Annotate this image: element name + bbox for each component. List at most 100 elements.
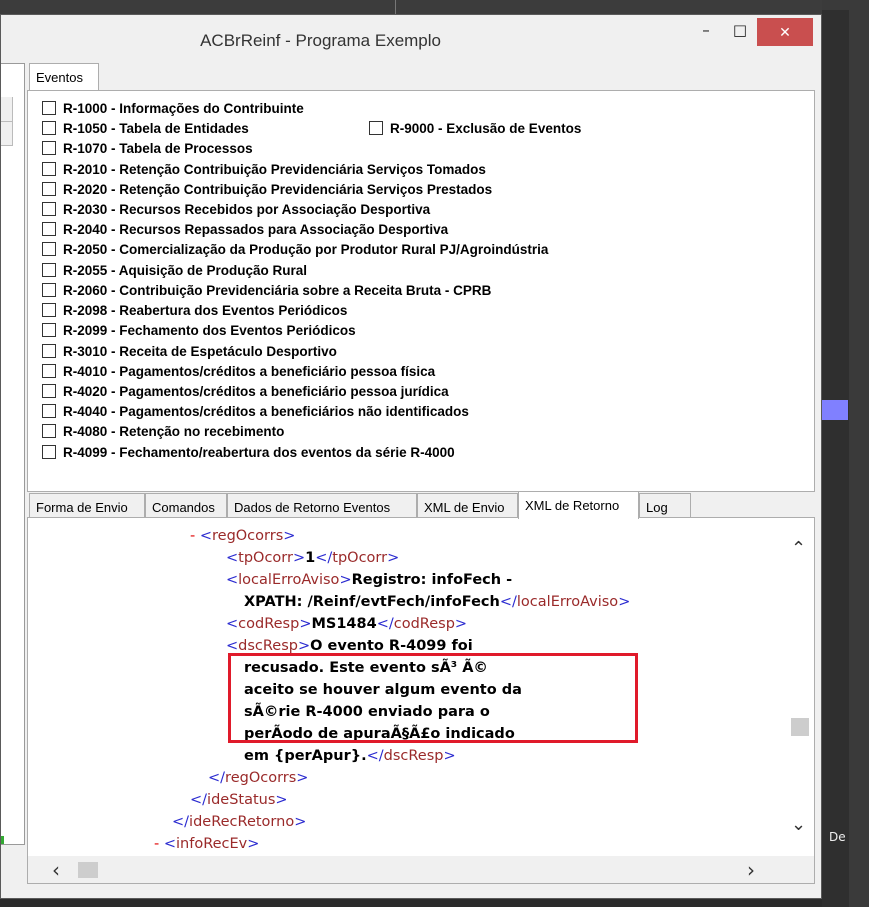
checkbox[interactable] <box>42 364 56 378</box>
tab-comandos[interactable]: Comandos <box>145 493 227 518</box>
event-label: R-2010 - Retenção Contribuição Previdenc… <box>63 161 486 177</box>
event-label: R-2050 - Comercialização da Produção por… <box>63 241 549 257</box>
checkbox[interactable] <box>42 344 56 358</box>
tab-forma-de-envio[interactable]: Forma de Envio <box>29 493 145 518</box>
xml-line: XPATH: /Reinf/evtFech/infoFech</localErr… <box>244 594 631 610</box>
collapse-toggle[interactable]: - <box>190 528 195 544</box>
xml-line: <localErroAviso>Registro: infoFech - <box>226 572 513 588</box>
tab-xml-de-envio[interactable]: XML de Envio <box>417 493 518 518</box>
event-checkbox-r1050[interactable]: R-1050 - Tabela de Entidades <box>42 119 249 137</box>
window-title: ACBrReinf - Programa Exemplo <box>200 31 441 50</box>
vertical-scrollbar[interactable]: ⌃ ⌄ <box>788 518 814 856</box>
xml-line: - <infoRecEv> <box>154 836 260 852</box>
event-checkbox-r3010[interactable]: R-3010 - Receita de Espetáculo Desportiv… <box>42 342 337 360</box>
scroll-left-icon[interactable]: ‹ <box>52 858 60 882</box>
xml-tag: tpOcorr <box>332 550 388 566</box>
tab-log[interactable]: Log <box>639 493 691 518</box>
xml-line: <codResp>MS1484</codResp> <box>226 616 468 632</box>
event-label: R-4020 - Pagamentos/créditos a beneficiá… <box>63 383 449 399</box>
left-panel-row[interactable] <box>1 122 13 146</box>
event-checkbox-r4020[interactable]: R-4020 - Pagamentos/créditos a beneficiá… <box>42 382 449 400</box>
event-checkbox-r2055[interactable]: R-2055 - Aquisição de Produção Rural <box>42 261 307 279</box>
xml-tag: infoRecEv <box>176 836 248 852</box>
event-checkbox-r2020[interactable]: R-2020 - Retenção Contribuição Previdenc… <box>42 180 492 198</box>
event-label: R-9000 - Exclusão de Eventos <box>390 120 582 136</box>
xml-tag: regOcorrs <box>225 770 297 786</box>
event-checkbox-r2060[interactable]: R-2060 - Contribuição Previdenciária sob… <box>42 281 491 299</box>
xml-value: XPATH: /Reinf/evtFech/infoFech <box>244 594 500 610</box>
xml-tag: localErroAviso <box>516 594 619 610</box>
checkbox[interactable] <box>42 162 56 176</box>
xml-value: 1 <box>305 550 316 566</box>
xml-tag: codResp <box>238 616 300 632</box>
collapse-toggle[interactable]: - <box>154 836 159 852</box>
minimize-button[interactable]: – <box>690 18 722 46</box>
checkbox[interactable] <box>42 101 56 115</box>
xml-tag: dscResp <box>383 748 444 764</box>
event-checkbox-r2040[interactable]: R-2040 - Recursos Repassados para Associ… <box>42 220 448 238</box>
event-checkbox-r4010[interactable]: R-4010 - Pagamentos/créditos a beneficiá… <box>42 362 435 380</box>
app-window: ACBrReinf - Programa Exemplo – □ ✕ Event… <box>0 14 822 899</box>
event-label: R-2040 - Recursos Repassados para Associ… <box>63 221 449 237</box>
checkbox[interactable] <box>42 323 56 337</box>
checkbox[interactable] <box>42 141 56 155</box>
event-checkbox-r2010[interactable]: R-2010 - Retenção Contribuição Previdenc… <box>42 160 486 178</box>
xml-value: MS1484 <box>311 616 377 632</box>
scroll-right-icon[interactable]: › <box>747 858 755 882</box>
background-top-strip <box>0 0 869 14</box>
checkbox[interactable] <box>42 202 56 216</box>
background-accent-block <box>822 400 848 420</box>
checkbox[interactable] <box>42 283 56 297</box>
event-label: R-2055 - Aquisição de Produção Rural <box>63 262 308 278</box>
event-label: R-1070 - Tabela de Processos <box>63 140 253 156</box>
left-panel-row[interactable] <box>1 97 13 122</box>
checkbox[interactable] <box>42 182 56 196</box>
event-label: R-2020 - Retenção Contribuição Previdenc… <box>63 181 493 197</box>
checkbox[interactable] <box>42 121 56 135</box>
tab-dados-de-retorno-eventos[interactable]: Dados de Retorno Eventos <box>227 493 417 518</box>
xml-line: </regOcorrs> <box>208 770 309 786</box>
events-checklist: R-1000 - Informações do Contribuinte R-1… <box>27 90 815 492</box>
xml-line: </ideRecRetorno> <box>172 814 307 830</box>
xml-tag: dscResp <box>238 638 298 654</box>
event-checkbox-r4040[interactable]: R-4040 - Pagamentos/créditos a beneficiá… <box>42 402 469 420</box>
event-label: R-4040 - Pagamentos/créditos a beneficiá… <box>63 403 469 419</box>
left-panel-marker <box>1 836 4 844</box>
checkbox[interactable] <box>42 222 56 236</box>
event-checkbox-r4080[interactable]: R-4080 - Retenção no recebimento <box>42 422 284 440</box>
tab-eventos[interactable]: Eventos <box>29 63 99 91</box>
annotation-highlight-box <box>228 653 638 743</box>
scroll-down-icon[interactable]: ⌄ <box>791 814 806 835</box>
checkbox[interactable] <box>42 445 56 459</box>
scroll-up-icon[interactable]: ⌃ <box>791 538 806 559</box>
horizontal-scroll-thumb[interactable] <box>78 862 98 878</box>
checkbox[interactable] <box>42 424 56 438</box>
event-label: R-3010 - Receita de Espetáculo Desportiv… <box>63 343 337 359</box>
event-checkbox-r9000[interactable]: R-9000 - Exclusão de Eventos <box>369 119 581 137</box>
event-checkbox-r4099[interactable]: R-4099 - Fechamento/reabertura dos event… <box>42 443 455 461</box>
checkbox[interactable] <box>42 263 56 277</box>
close-button[interactable]: ✕ <box>757 18 813 46</box>
maximize-button[interactable]: □ <box>724 18 756 46</box>
checkbox[interactable] <box>369 121 383 135</box>
tab-xml-de-retorno[interactable]: XML de Retorno <box>518 491 639 519</box>
checkbox[interactable] <box>42 404 56 418</box>
vertical-scroll-thumb[interactable] <box>791 718 809 736</box>
title-bar[interactable]: ACBrReinf - Programa Exemplo – □ ✕ <box>1 15 821 61</box>
event-checkbox-r2099[interactable]: R-2099 - Fechamento dos Eventos Periódic… <box>42 321 356 339</box>
background-right-panel <box>822 10 849 907</box>
event-checkbox-r1000[interactable]: R-1000 - Informações do Contribuinte <box>42 99 304 117</box>
event-checkbox-r2098[interactable]: R-2098 - Reabertura dos Eventos Periódic… <box>42 301 347 319</box>
xml-value: em {perApur}. <box>244 748 367 764</box>
event-label: R-1050 - Tabela de Entidades <box>63 120 249 136</box>
xml-line: em {perApur}.</dscResp> <box>244 748 456 764</box>
checkbox[interactable] <box>42 242 56 256</box>
event-checkbox-r1070[interactable]: R-1070 - Tabela de Processos <box>42 139 253 157</box>
event-checkbox-r2050[interactable]: R-2050 - Comercialização da Produção por… <box>42 240 548 258</box>
event-checkbox-r2030[interactable]: R-2030 - Recursos Recebidos por Associaç… <box>42 200 430 218</box>
horizontal-scrollbar[interactable]: ‹ › <box>28 856 814 883</box>
checkbox[interactable] <box>42 384 56 398</box>
checkbox[interactable] <box>42 303 56 317</box>
xml-tag: ideStatus <box>207 792 276 808</box>
event-label: R-4080 - Retenção no recebimento <box>63 423 285 439</box>
